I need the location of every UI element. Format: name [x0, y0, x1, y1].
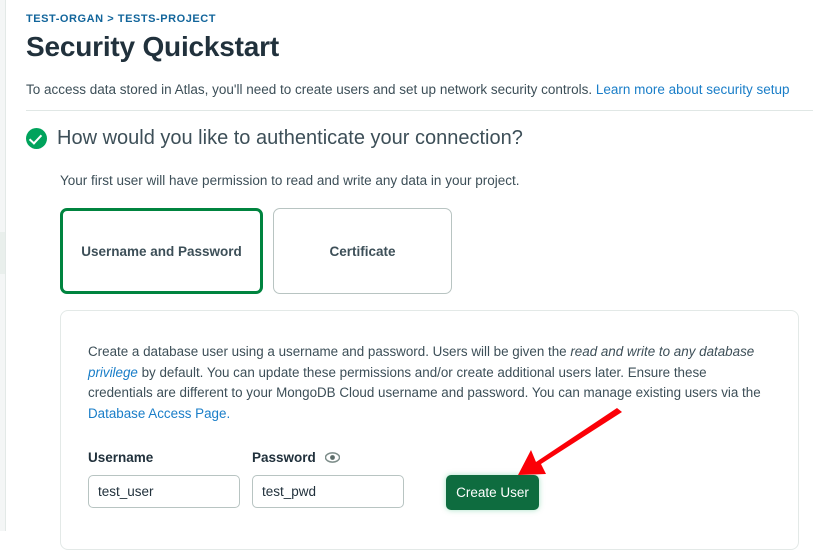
password-field-group: Password	[252, 449, 404, 508]
password-input[interactable]	[252, 475, 404, 508]
authentication-section-header: How would you like to authenticate your …	[26, 127, 523, 150]
password-label: Password	[252, 450, 316, 465]
eye-icon[interactable]	[324, 452, 340, 463]
section-title: How would you like to authenticate your …	[57, 127, 523, 149]
panel-description-part2: by default. You can update these permiss…	[88, 364, 761, 401]
create-user-button[interactable]: Create User	[446, 475, 539, 510]
auth-option-username-password[interactable]: Username and Password	[60, 208, 263, 294]
panel-description-part1: Create a database user using a username …	[88, 344, 571, 359]
database-access-page-link[interactable]: Database Access Page.	[88, 406, 230, 421]
page-gutter	[0, 0, 6, 531]
auth-option-label: Certificate	[329, 243, 396, 259]
privilege-link[interactable]: privilege	[88, 365, 138, 380]
username-label: Username	[88, 450, 154, 465]
page-subtitle-text: To access data stored in Atlas, you'll n…	[26, 82, 593, 97]
breadcrumb[interactable]: TEST-ORGAN > TESTS-PROJECT	[26, 13, 216, 25]
username-input[interactable]	[88, 475, 240, 508]
password-label-row: Password	[252, 449, 404, 466]
panel-description-italic: read and write to any database	[570, 344, 755, 359]
create-user-panel: Create a database user using a username …	[60, 310, 799, 550]
gutter-scroll-marker	[0, 232, 5, 274]
security-quickstart-page: TEST-ORGAN > TESTS-PROJECT Security Quic…	[7, 0, 813, 550]
username-field-group: Username	[88, 449, 240, 508]
page-title: Security Quickstart	[26, 31, 279, 62]
learn-more-link[interactable]: Learn more about security setup	[596, 82, 790, 97]
header-divider	[26, 110, 813, 111]
auth-option-certificate[interactable]: Certificate	[273, 208, 452, 294]
auth-option-label: Username and Password	[81, 243, 242, 259]
check-circle-icon	[26, 128, 47, 149]
section-description: Your first user will have permission to …	[60, 173, 520, 188]
panel-description: Create a database user using a username …	[88, 342, 774, 424]
page-subtitle: To access data stored in Atlas, you'll n…	[26, 82, 790, 97]
